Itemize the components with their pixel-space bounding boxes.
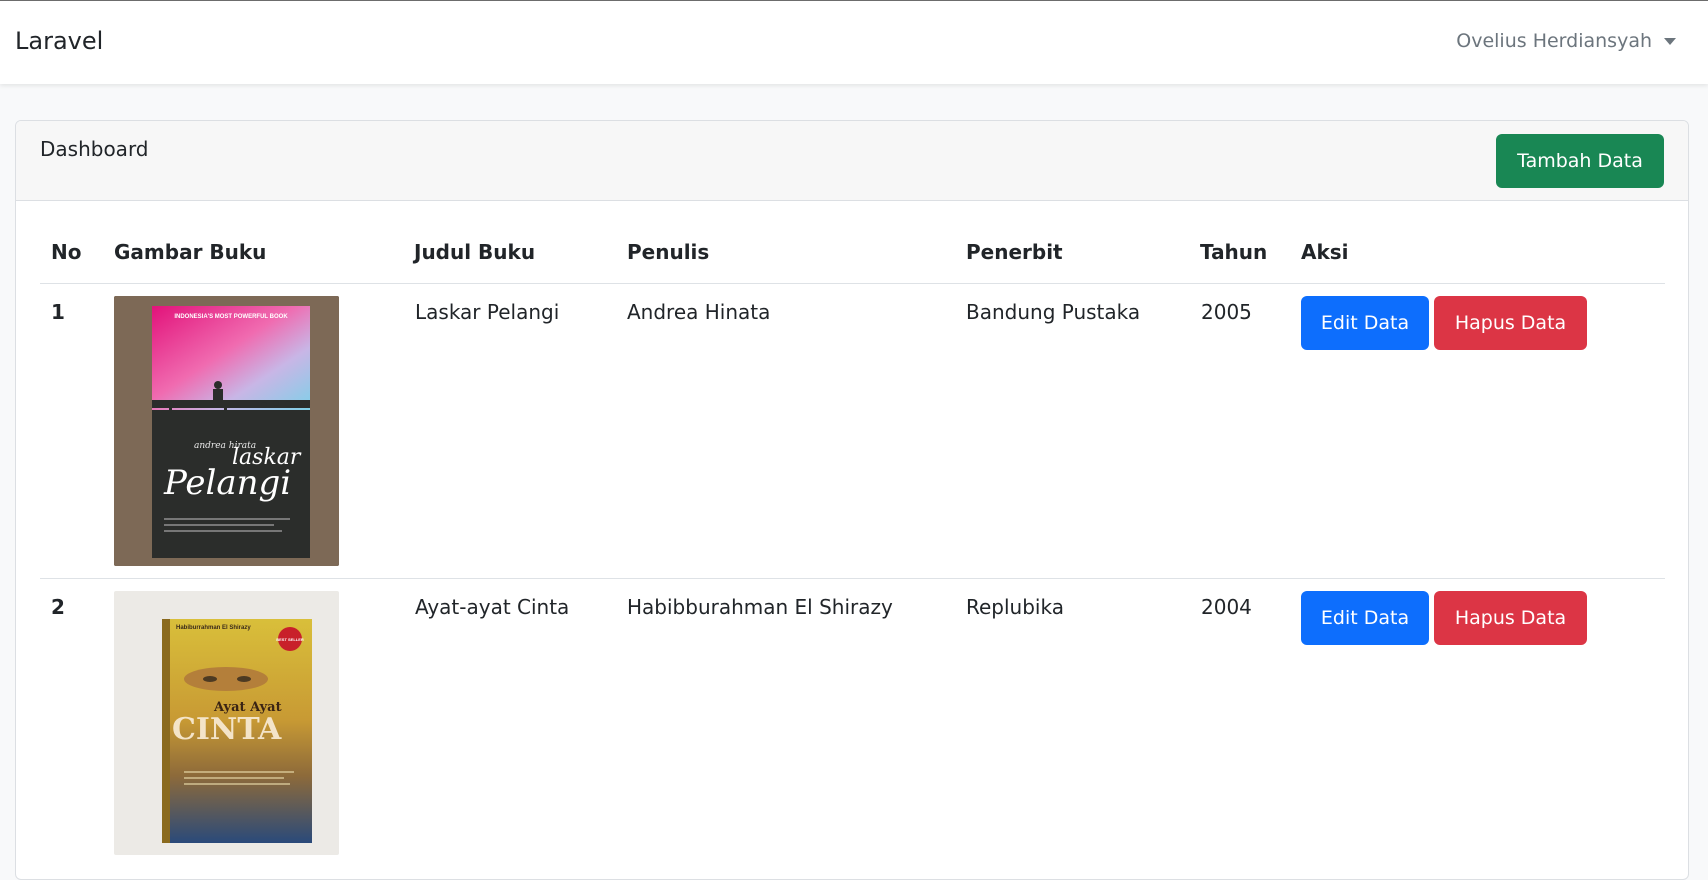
- user-menu-dropdown[interactable]: Ovelius Herdiansyah: [1456, 30, 1676, 52]
- cell-tahun: 2004: [1201, 595, 1252, 619]
- book-cover-image: INDONESIA'S MOST POWERFUL BOOK andrea hi…: [114, 296, 339, 566]
- delete-data-button[interactable]: Hapus Data: [1434, 591, 1587, 645]
- navbar-brand[interactable]: Laravel: [15, 27, 103, 55]
- book-cover-image: BEST SELLER Habiburrahman El Shirazy Aya…: [114, 591, 339, 855]
- navbar: Laravel Ovelius Herdiansyah: [0, 0, 1708, 84]
- row-divider: [40, 578, 1665, 579]
- cover-title-line2: Pelangi: [163, 463, 291, 503]
- header-judul-buku: Judul Buku: [414, 240, 536, 264]
- cell-judul-buku: Ayat-ayat Cinta: [415, 595, 570, 619]
- header-penerbit: Penerbit: [966, 240, 1063, 264]
- cover-top-text: INDONESIA'S MOST POWERFUL BOOK: [174, 314, 288, 320]
- header-aksi: Aksi: [1301, 240, 1349, 264]
- edit-data-button[interactable]: Edit Data: [1301, 591, 1429, 645]
- header-tahun: Tahun: [1200, 240, 1268, 264]
- cell-penulis: Habibburahman El Shirazy: [627, 595, 893, 619]
- cell-penerbit: Replubika: [966, 595, 1064, 619]
- cell-penerbit: Bandung Pustaka: [966, 300, 1141, 324]
- cell-penulis: Andrea Hinata: [627, 300, 771, 324]
- chevron-down-icon: [1664, 37, 1676, 45]
- edit-data-button[interactable]: Edit Data: [1301, 296, 1429, 350]
- add-data-button[interactable]: Tambah Data: [1496, 134, 1664, 188]
- header-divider: [40, 283, 1665, 284]
- cover-title-line2: CINTA: [172, 712, 282, 747]
- cell-no: 1: [51, 300, 65, 324]
- cover-author-text: Habiburrahman El Shirazy: [176, 625, 251, 631]
- header-no: No: [51, 240, 82, 264]
- cell-tahun: 2005: [1201, 300, 1252, 324]
- cover-badge-text: BEST SELLER: [276, 637, 304, 642]
- card-title: Dashboard: [40, 137, 149, 161]
- card-header: Dashboard Tambah Data: [16, 121, 1688, 201]
- header-penulis: Penulis: [627, 240, 710, 264]
- delete-data-button[interactable]: Hapus Data: [1434, 296, 1587, 350]
- cell-no: 2: [51, 595, 65, 619]
- cell-judul-buku: Laskar Pelangi: [415, 300, 560, 324]
- user-name: Ovelius Herdiansyah: [1456, 30, 1652, 52]
- header-gambar-buku: Gambar Buku: [114, 240, 267, 264]
